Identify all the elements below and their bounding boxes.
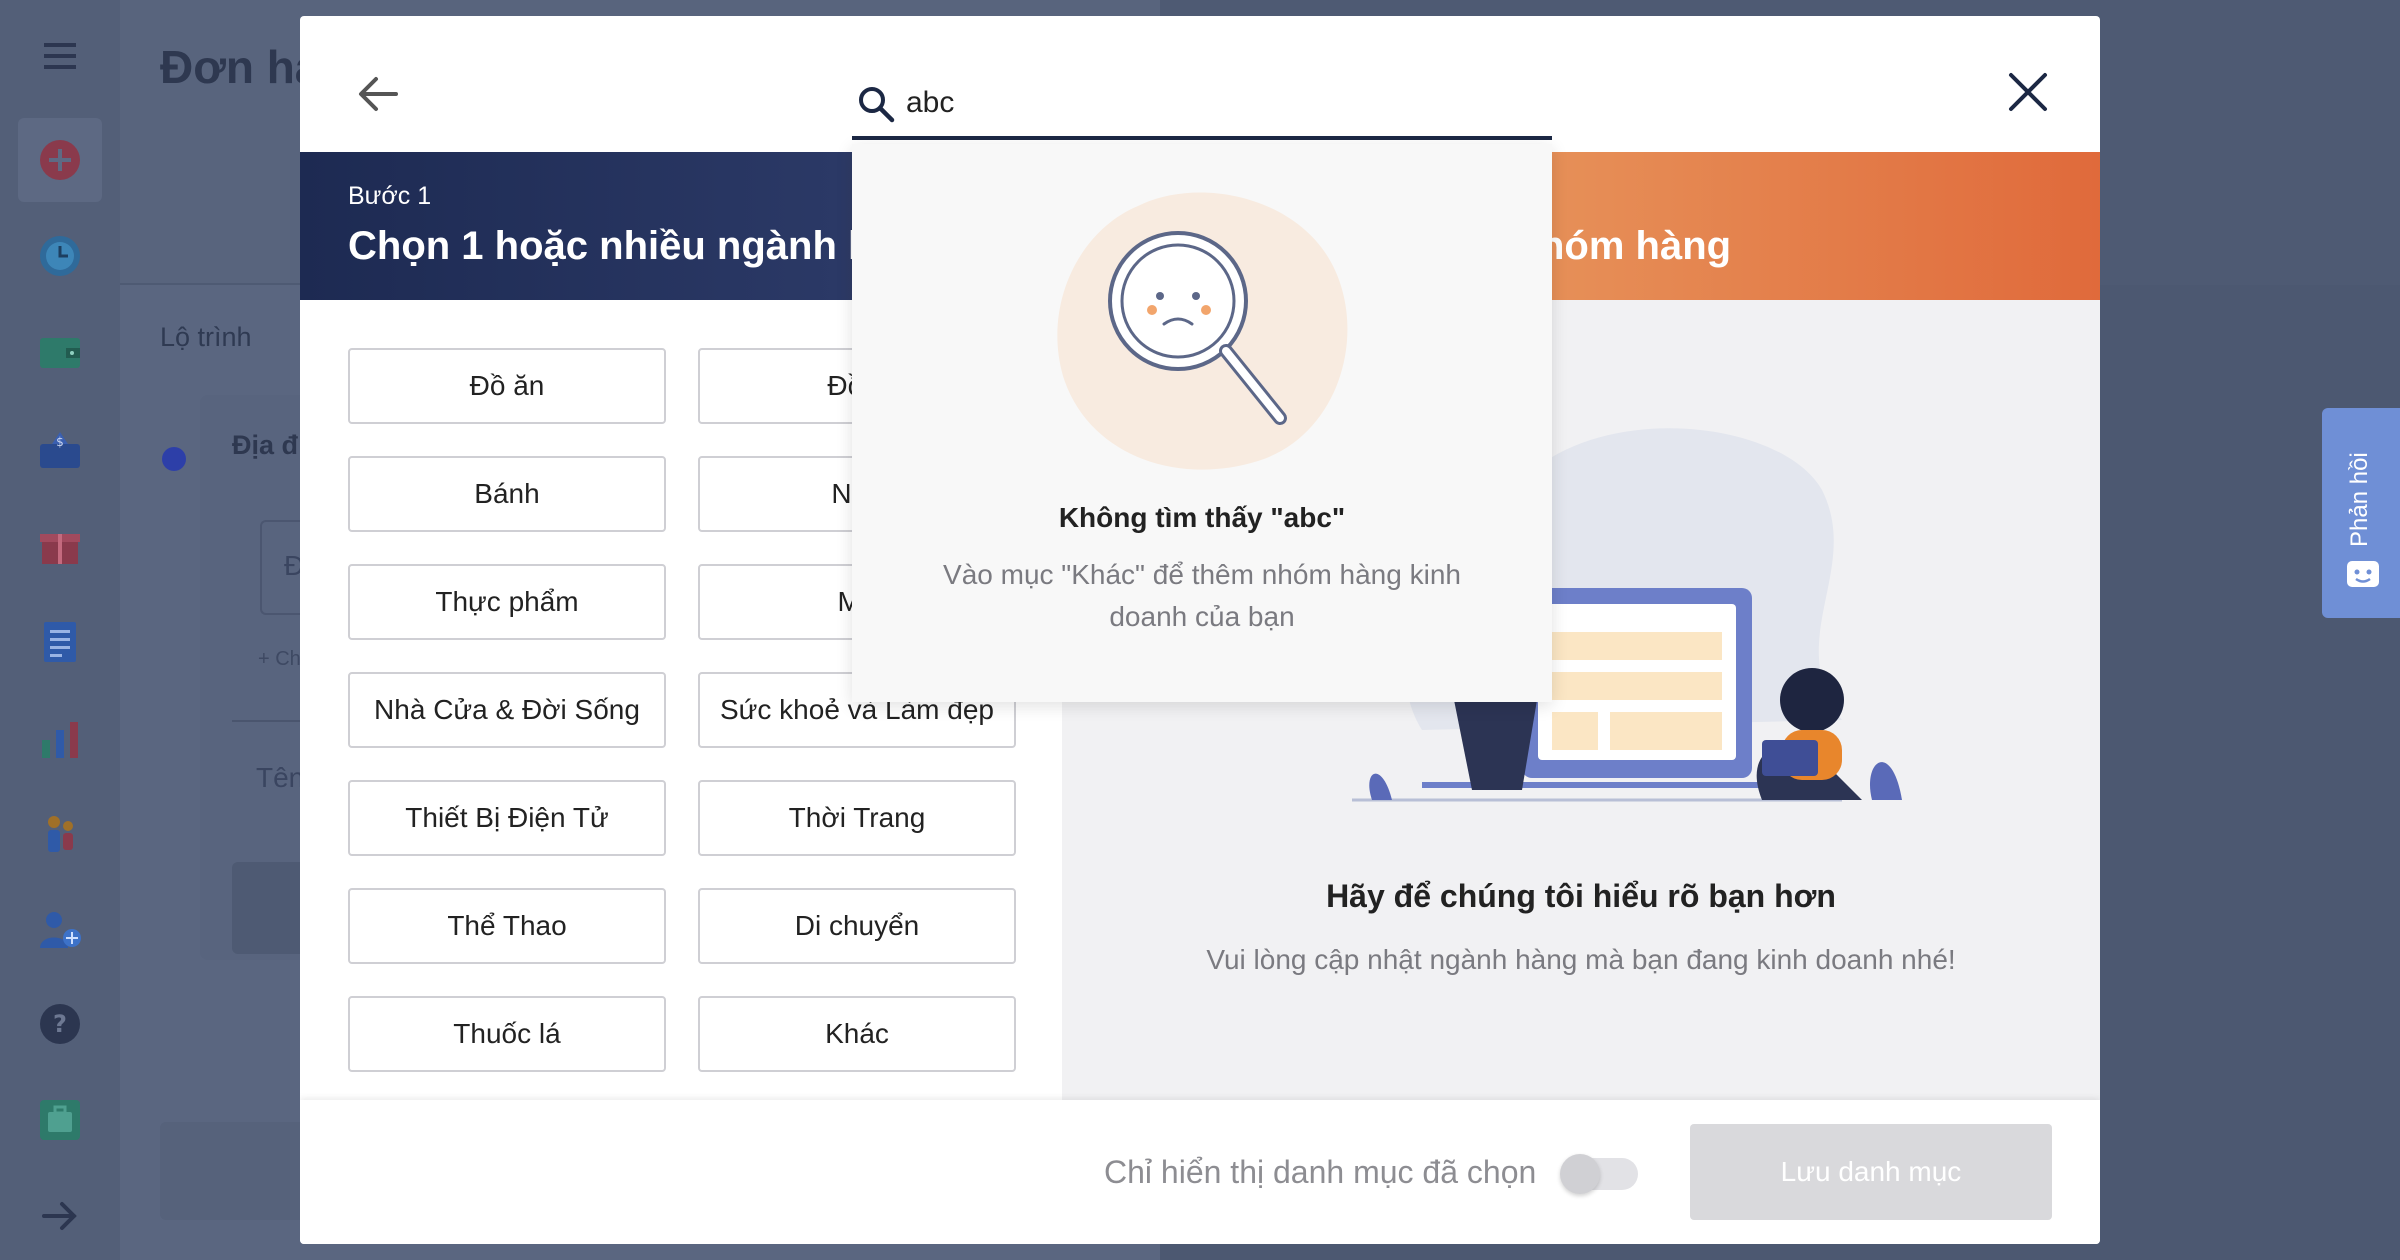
search-bar[interactable] [852, 64, 1552, 140]
chart-icon[interactable] [34, 712, 86, 764]
empty-search-icon [1057, 192, 1348, 470]
money-bag-icon[interactable]: $ [34, 424, 86, 476]
arrow-right-icon[interactable] [34, 1190, 86, 1242]
chat-icon[interactable] [2346, 560, 2380, 590]
toggle-knob [1560, 1154, 1600, 1194]
search-input[interactable] [906, 78, 1526, 128]
svg-text:?: ? [53, 1010, 67, 1038]
background-name-hint: Tên [256, 762, 305, 793]
feedback-label[interactable]: Phản hồi [2340, 450, 2380, 550]
modal-footer: Chỉ hiển thị danh mục đã chọn Lưu danh m… [300, 1100, 2100, 1244]
arrow-left-icon [359, 77, 398, 111]
save-categories-button[interactable]: Lưu danh mục [1690, 1124, 2052, 1220]
search-icon [859, 87, 895, 123]
clock-icon[interactable] [34, 230, 86, 282]
category-button[interactable]: Khác [698, 996, 1016, 1072]
background-add-hint: + Ch [258, 648, 301, 670]
category-button[interactable]: Nhà Cửa & Đời Sống [348, 672, 666, 748]
add-icon[interactable] [34, 134, 86, 186]
wallet-icon[interactable] [34, 326, 86, 378]
category-button[interactable]: Thể Thao [348, 888, 666, 964]
briefcase-icon[interactable] [34, 1094, 86, 1146]
back-button[interactable] [350, 66, 406, 122]
svg-text:$: $ [56, 435, 64, 449]
category-button[interactable]: Thời Trang [698, 780, 1016, 856]
category-button[interactable]: Thực phẩm [348, 564, 666, 640]
step-label: Bước 1 [348, 182, 432, 210]
category-button[interactable]: Đồ ăn [348, 348, 666, 424]
add-user-icon[interactable] [34, 904, 86, 956]
close-icon [2009, 73, 2047, 111]
people-icon[interactable] [34, 808, 86, 860]
step2-title: hóm hàng [1540, 224, 1732, 268]
help-icon[interactable]: ? [34, 998, 86, 1050]
address-label: Địa đ [232, 430, 299, 460]
search-results-dropdown: Không tìm thấy "abc" Vào mục "Khác" để t… [852, 144, 1552, 702]
step-title: Chọn 1 hoặc nhiều ngành hà [348, 224, 895, 268]
page-title: Đơn hà [160, 41, 321, 93]
category-button[interactable]: Thiết Bị Điện Tử [348, 780, 666, 856]
info-subtitle: Vui lòng cập nhật ngành hàng mà bạn đang… [1206, 944, 1956, 975]
address-dot [162, 447, 186, 471]
menu-icon[interactable] [34, 30, 86, 82]
no-results-subtitle: Vào mục "Khác" để thêm nhóm hàng kinh do… [943, 559, 1461, 632]
category-button[interactable]: Bánh [348, 456, 666, 532]
route-label: Lộ trình [160, 322, 252, 352]
category-button[interactable]: Di chuyển [698, 888, 1016, 964]
show-selected-label: Chỉ hiển thị danh mục đã chọn [1104, 1154, 1537, 1190]
close-button[interactable] [2000, 64, 2056, 120]
info-title: Hãy để chúng tôi hiểu rõ bạn hơn [1326, 878, 1836, 914]
category-button[interactable]: Thuốc lá [348, 996, 666, 1072]
show-selected-toggle[interactable] [1560, 1154, 1638, 1194]
gift-icon[interactable] [34, 520, 86, 572]
background-bottom-bar [160, 1122, 320, 1220]
report-icon[interactable] [34, 616, 86, 668]
no-results-title: Không tìm thấy "abc" [1058, 502, 1346, 533]
sidebar: $ ? [0, 0, 120, 1260]
